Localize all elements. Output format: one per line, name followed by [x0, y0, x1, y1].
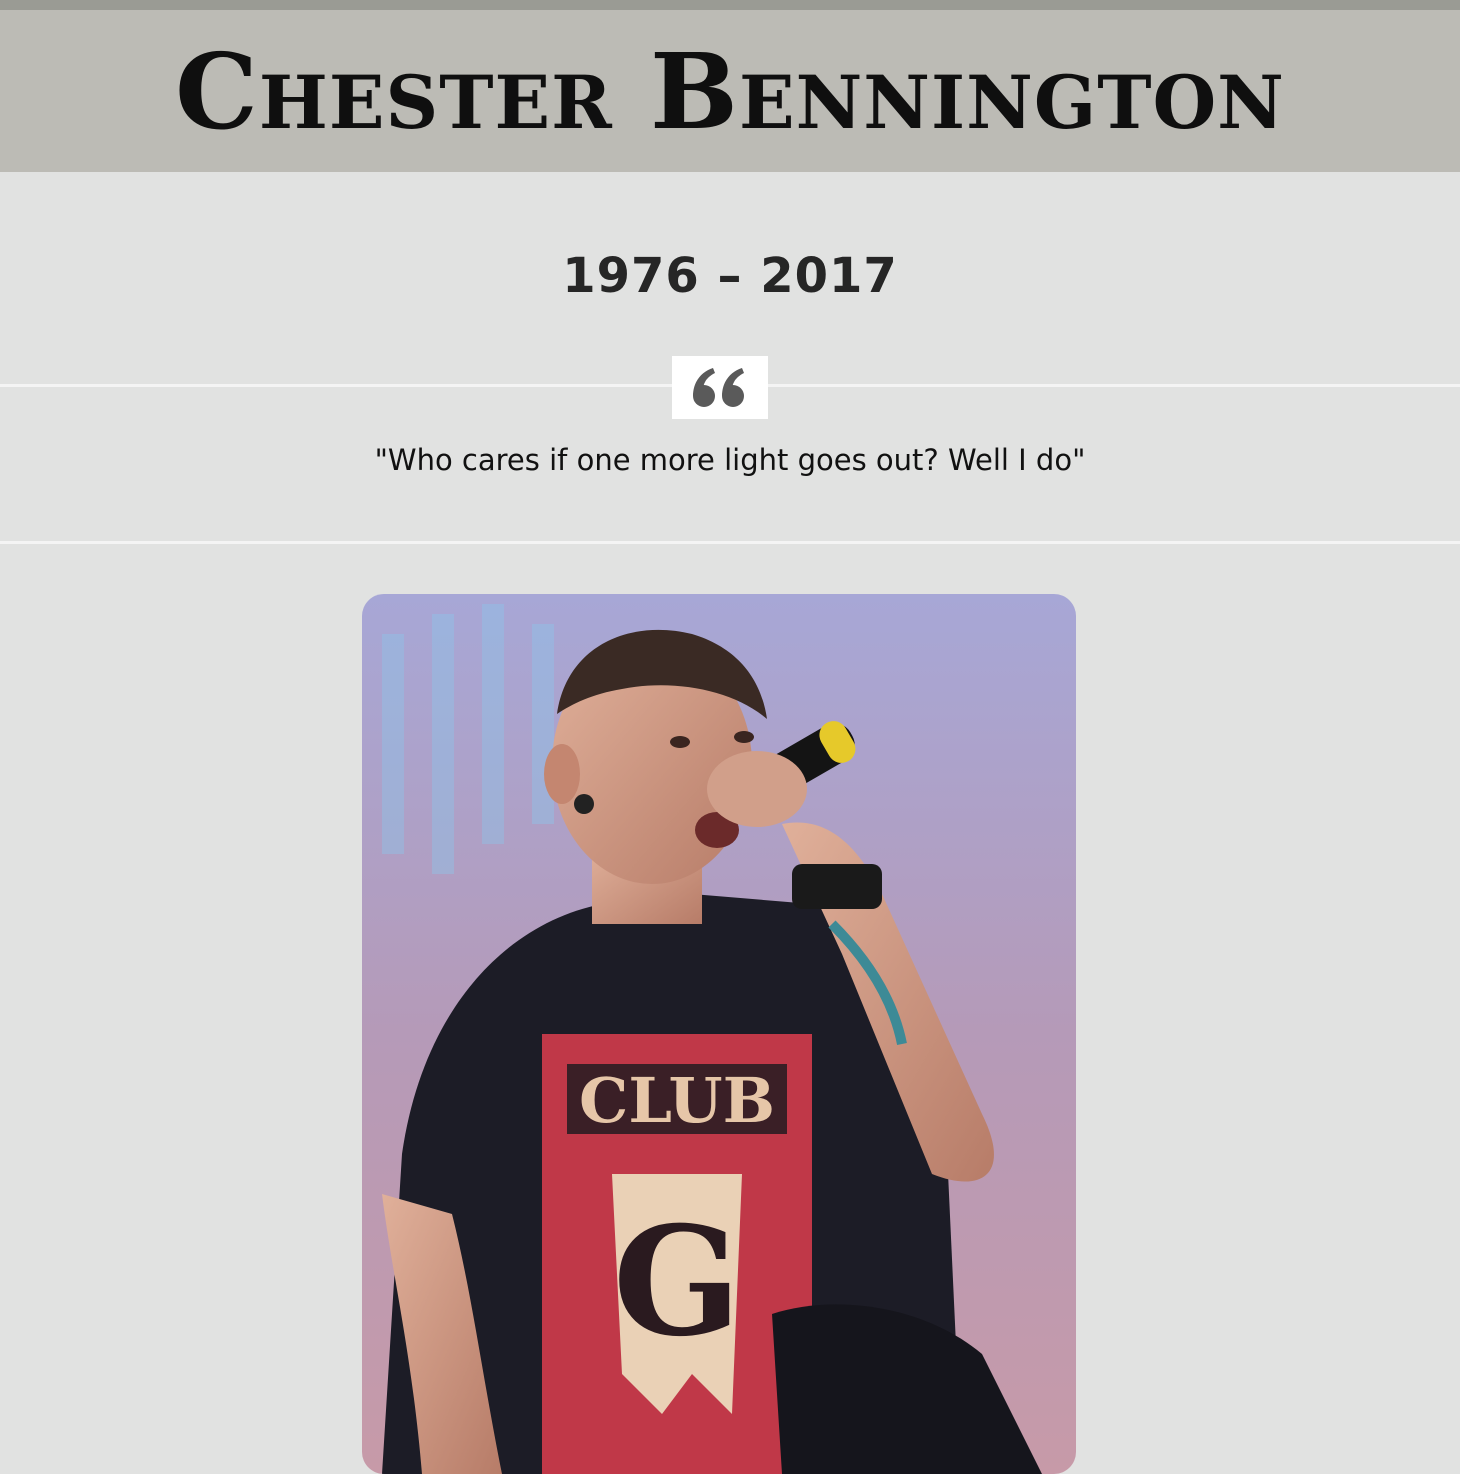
portrait-photo: CLUB G	[362, 594, 1076, 1474]
top-accent-strip	[0, 0, 1460, 10]
svg-text:CLUB: CLUB	[579, 1064, 775, 1137]
quote-left-icon	[693, 368, 744, 407]
quote-divider-bottom	[0, 541, 1460, 544]
life-years: 1976 – 2017	[562, 248, 898, 304]
tribute-quote: "Who cares if one more light goes out? W…	[374, 443, 1086, 477]
quote-icon-box	[672, 356, 768, 419]
portrait-image: CLUB G	[362, 594, 1076, 1474]
page-title: Chester Bennington	[175, 30, 1285, 153]
page-header: Chester Bennington	[0, 10, 1460, 172]
svg-text:G: G	[613, 1194, 741, 1370]
